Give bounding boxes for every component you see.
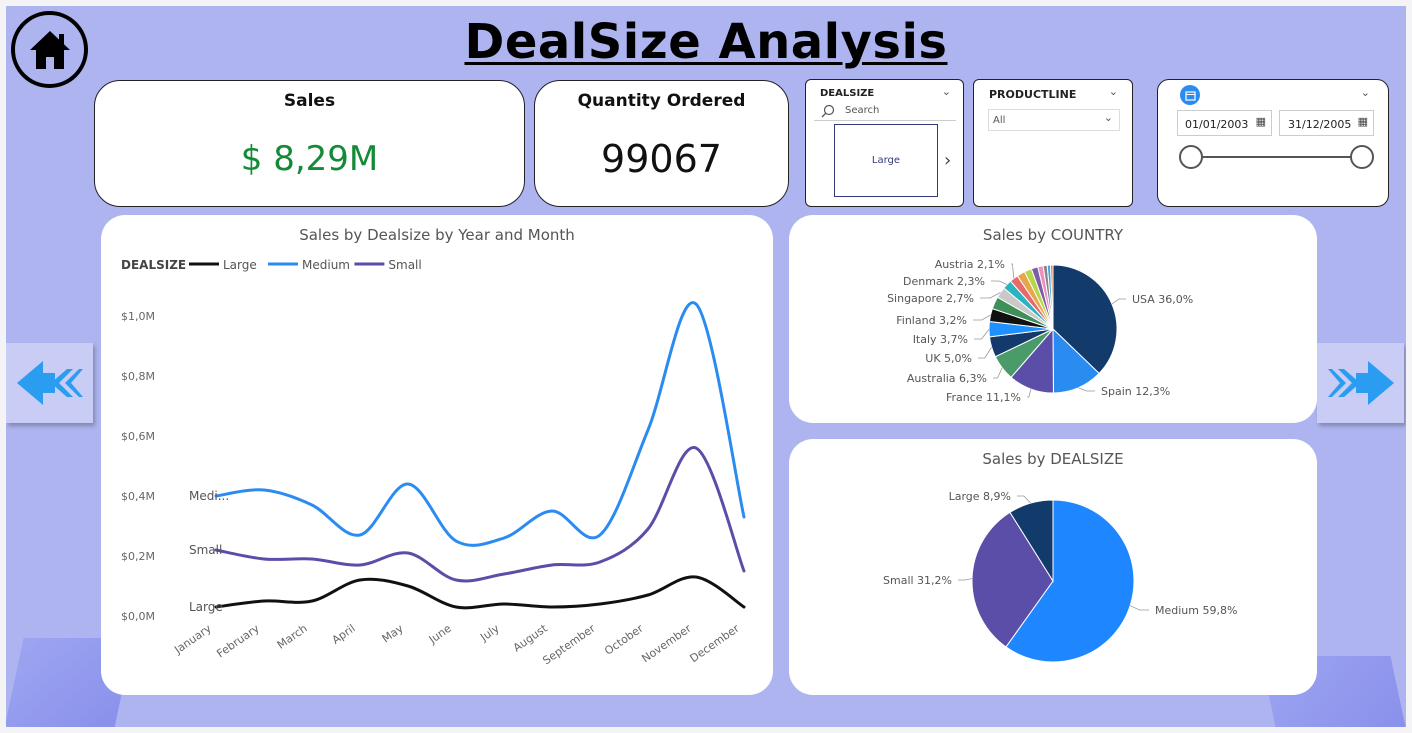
series-line-small <box>214 446 746 583</box>
country-pie-chart: USA 36,0% Spain 12,3% France 11,1% Australi… <box>887 258 1193 404</box>
next-page-button[interactable] <box>1317 343 1404 423</box>
start-date-value: 01/01/2003 <box>1185 118 1249 131</box>
pie-leader <box>1027 388 1032 398</box>
double-left-arrow-icon <box>16 361 83 405</box>
x-tick-label: August <box>511 621 551 654</box>
dealsize-pie-panel: Sales by DEALSIZE Medium 59,8% Small 31,2… <box>789 439 1317 695</box>
pie-leader <box>993 367 1003 379</box>
pie-leader <box>958 578 973 581</box>
pie-label: Finland 3,2% <box>896 314 967 327</box>
line-chart: DEALSIZE Large Medium Small $1,0M $0,8M $0,6M $… <box>121 258 746 668</box>
page-title: DealSize Analysis <box>464 14 948 70</box>
date-range-end-handle[interactable] <box>1350 145 1374 169</box>
chevron-down-icon: ⌄ <box>1103 111 1113 124</box>
quantity-kpi-card: Quantity Ordered 99067 <box>534 80 789 207</box>
x-tick-label: April <box>330 622 358 647</box>
pie-leader <box>978 346 992 359</box>
search-icon <box>821 104 835 118</box>
x-tick-label: May <box>380 622 406 646</box>
pie-leader <box>973 314 991 321</box>
calendar-icon[interactable] <box>1180 85 1200 105</box>
pie-label: Italy 3,7% <box>913 333 968 346</box>
series-end-label: Large <box>189 600 223 614</box>
series-line-medium <box>214 301 746 547</box>
pie-leader <box>1111 298 1126 305</box>
country-pie-panel: Sales by COUNTRY USA 36,0% Spain 12,3% Fra… <box>789 215 1317 423</box>
chevron-down-icon[interactable]: ⌄ <box>1361 86 1370 99</box>
dealsize-tile-label: Large <box>871 155 901 166</box>
productline-selected: All <box>993 115 1006 126</box>
date-range-start-handle[interactable] <box>1179 145 1203 169</box>
dealsize-search[interactable]: Search <box>814 103 956 121</box>
pie-label: Medium 59,8% <box>1155 604 1237 617</box>
y-tick-label: $1,0M <box>121 310 155 323</box>
date-range-track <box>1190 156 1362 158</box>
x-tick-label: July <box>477 622 502 645</box>
sales-kpi-value: $ 8,29M <box>240 139 379 179</box>
chevron-right-icon[interactable]: › <box>944 150 951 171</box>
pie-leader <box>1011 263 1015 279</box>
pie-leader <box>974 328 990 340</box>
dealsize-slicer[interactable]: DEALSIZE ⌄ Search Large › <box>805 79 964 207</box>
line-chart-panel: Sales by Dealsize by Year and Month DEAL… <box>101 215 773 695</box>
pie-label: Denmark 2,3% <box>903 275 985 288</box>
x-tick-label: October <box>602 622 646 658</box>
y-tick-label: $0,0M <box>121 610 155 623</box>
y-tick-label: $0,2M <box>121 550 155 563</box>
sales-kpi-label: Sales <box>283 91 336 111</box>
pie-leader <box>1078 387 1095 392</box>
quantity-kpi-value: 99067 <box>601 137 722 181</box>
pie-label: Spain 12,3% <box>1101 385 1170 398</box>
sales-kpi-card: Sales $ 8,29M <box>94 80 525 207</box>
pie-leader <box>1129 605 1149 611</box>
productline-slicer-title: PRODUCTLINE <box>989 88 1077 101</box>
dealsize-tile-large[interactable]: Large <box>834 124 938 197</box>
x-tick-label: December <box>688 622 743 666</box>
date-slicer[interactable]: ⌄ 01/01/2003 ▦ 31/12/2005 ▦ <box>1157 79 1389 207</box>
pie-label: Austria 2,1% <box>935 258 1005 271</box>
pie-label: France 11,1% <box>946 391 1021 404</box>
pie-label: Small 31,2% <box>883 574 952 587</box>
x-tick-label: March <box>275 622 310 652</box>
pie-label: USA 36,0% <box>1132 293 1193 306</box>
end-date-input[interactable]: 31/12/2005 ▦ <box>1279 110 1374 136</box>
chevron-down-icon[interactable]: ⌄ <box>1109 85 1118 98</box>
y-tick-label: $0,4M <box>121 490 155 503</box>
report-canvas: DealSize Analysis Sales $ 8,29M Quantity… <box>6 6 1406 727</box>
chevron-down-icon[interactable]: ⌄ <box>942 85 951 98</box>
x-tick-label: June <box>426 622 454 647</box>
x-tick-label: February <box>214 622 262 661</box>
productline-slicer[interactable]: PRODUCTLINE ⌄ All ⌄ <box>973 79 1133 207</box>
end-date-value: 31/12/2005 <box>1288 118 1352 131</box>
pie-label: Large 8,9% <box>949 490 1011 503</box>
double-right-arrow-icon <box>1327 361 1394 405</box>
series-end-label: Medi... <box>189 489 229 503</box>
legend-item: Medium <box>302 258 350 272</box>
pie-label: Australia 6,3% <box>907 372 987 385</box>
prev-page-button[interactable] <box>6 343 93 423</box>
y-tick-label: $0,8M <box>121 370 155 383</box>
calendar-small-icon: ▦ <box>1357 115 1368 128</box>
start-date-input[interactable]: 01/01/2003 ▦ <box>1177 110 1272 136</box>
productline-dropdown[interactable]: All ⌄ <box>988 109 1120 131</box>
pie-label: Singapore 2,7% <box>887 292 974 305</box>
dealsize-search-placeholder: Search <box>845 105 880 116</box>
y-tick-label: $0,6M <box>121 430 155 443</box>
legend-title: DEALSIZE <box>121 258 186 272</box>
legend-item: Small <box>388 258 421 272</box>
x-tick-label: November <box>639 622 694 666</box>
quantity-kpi-label: Quantity Ordered <box>577 91 746 111</box>
pie-leader <box>991 280 1008 285</box>
x-tick-label: January <box>171 622 214 657</box>
pie-label: UK 5,0% <box>925 352 972 365</box>
pie-leader <box>1017 495 1031 504</box>
dealsize-pie-chart: Medium 59,8% Small 31,2% Large 8,9% <box>883 490 1237 663</box>
series-end-label: Small <box>189 543 222 557</box>
legend-item: Large <box>223 258 257 272</box>
calendar-small-icon: ▦ <box>1255 115 1266 128</box>
dealsize-slicer-title: DEALSIZE <box>820 88 875 99</box>
series-line-large <box>214 575 746 610</box>
x-tick-label: September <box>540 622 598 668</box>
